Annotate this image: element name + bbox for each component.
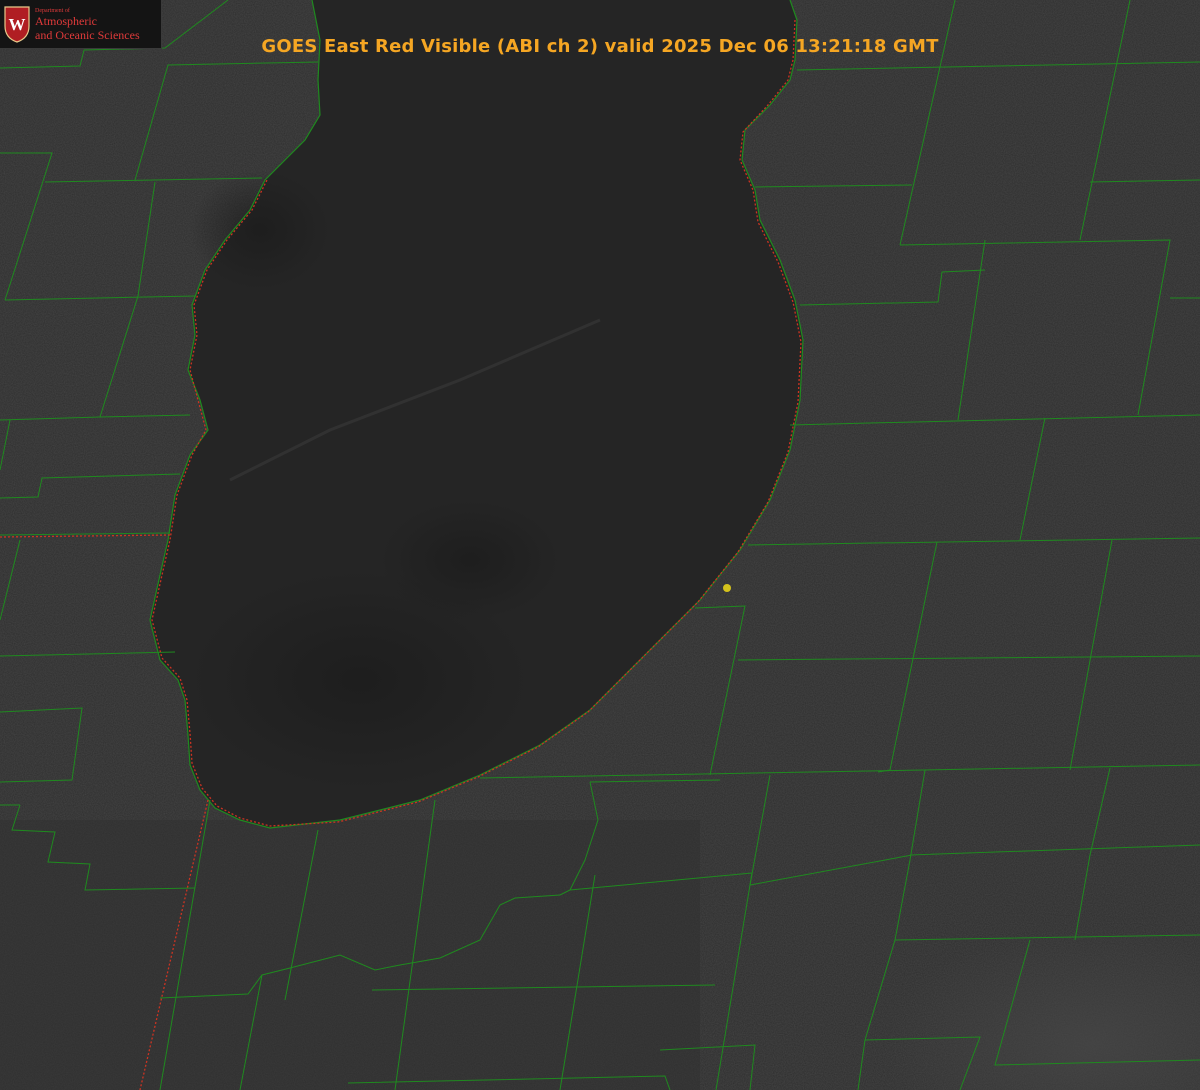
logo-line1-text: Atmospheric	[35, 14, 97, 28]
svg-text:W: W	[9, 15, 26, 34]
satellite-map: GOES East Red Visible (ABI ch 2) valid 2…	[0, 0, 1200, 1090]
aos-logo: W Department of Atmospheric and Oceanic …	[0, 0, 162, 49]
image-title: GOES East Red Visible (ABI ch 2) valid 2…	[261, 36, 939, 57]
logo-line2-text: and Oceanic Sciences	[35, 28, 140, 42]
satellite-image	[0, 0, 1200, 1090]
location-marker	[723, 584, 731, 592]
uw-crest-icon: W	[4, 6, 30, 43]
